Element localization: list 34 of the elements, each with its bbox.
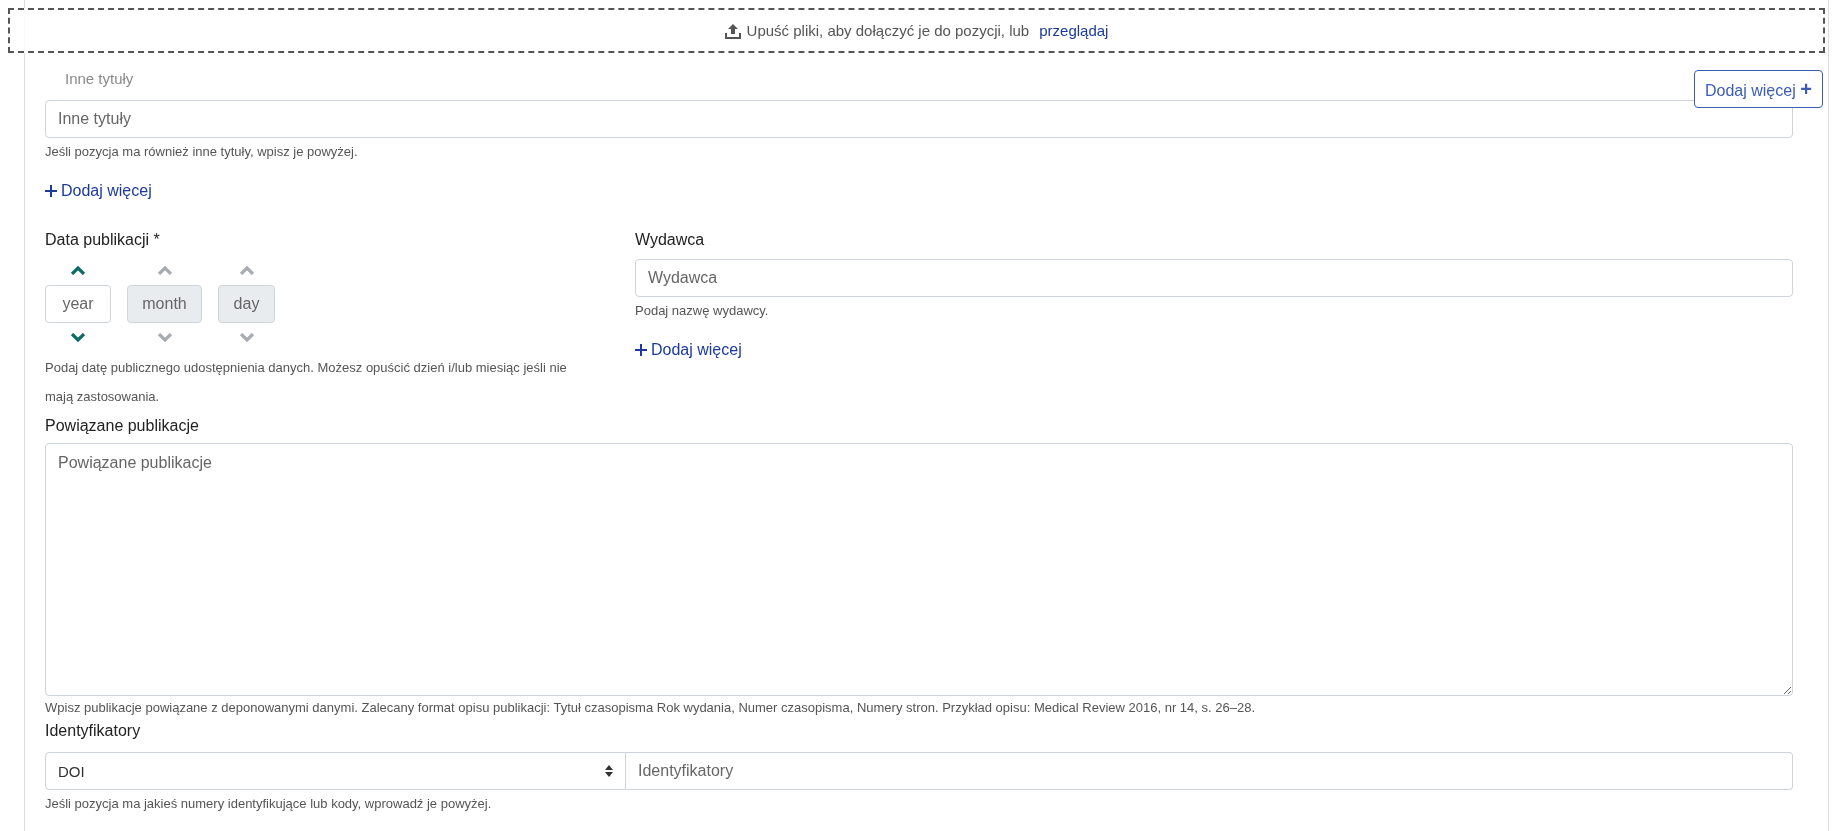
field-label: Inne tytuły	[65, 70, 134, 87]
chevron-up-icon	[156, 265, 173, 275]
chevron-down-icon	[238, 333, 255, 343]
help-text: Jeśli pozycja ma jakieś numery identyfikujące lub kody, wprowadź je powyżej.	[45, 796, 493, 812]
plus-icon	[635, 344, 647, 356]
input-field[interactable]: Identyfikatory	[626, 752, 1793, 790]
field-label: Data publikacji *	[45, 231, 161, 249]
help-text: Jeśli pozycja ma również inne tytuły, wpisz je powyżej.	[45, 144, 359, 160]
field-label: Identyfikatory	[45, 722, 142, 740]
field-label: Wydawca	[635, 231, 706, 249]
input-field[interactable]: Inne tytuły	[45, 100, 1793, 138]
upload-icon	[724, 22, 741, 39]
chevron-down-icon	[156, 333, 173, 343]
add-more-link[interactable]: Dodaj więcej	[45, 182, 152, 200]
input-field[interactable]: Wydawca	[635, 259, 1793, 297]
text-area[interactable]: Powiązane publikacje	[45, 443, 1793, 696]
date-input-field[interactable]: year	[45, 285, 111, 323]
help-text: Podaj nazwę wydawcy.	[635, 303, 770, 319]
browse-link[interactable]: przeglądaj	[1039, 22, 1109, 39]
add-more-button[interactable]: Dodaj więcej +	[1694, 70, 1823, 108]
sort-caret-icon	[605, 765, 613, 777]
plus-icon: +	[1800, 77, 1812, 100]
select-value: DOI	[58, 762, 85, 780]
chevron-up-icon	[70, 265, 86, 275]
drop-zone[interactable]: Upuść pliki, aby dołączyć je do pozycji, lub przeglądaj	[8, 8, 1825, 53]
add-more-link[interactable]: Dodaj więcej	[635, 341, 742, 359]
select-field[interactable]: DOI	[45, 752, 626, 790]
plus-icon	[45, 185, 57, 197]
help-text: Wpisz publikacje powiązane z deponowanymi danymi. Zalecany format opisu publikacji: Tytuł czasopisma Rok wydania, Numer czasopisma, Numery stron. Przykład opisu: Medical Review 2016, nr 14, s. 26–28.	[45, 700, 1257, 716]
drop-zone-text: Upuść pliki, aby dołączyć je do pozycji, lub	[746, 22, 1030, 39]
chevron-down-icon	[70, 333, 86, 343]
field-label: Powiązane publikacje	[45, 417, 200, 435]
help-text: Podaj datę publicznego udostępnienia danych. Możesz opuścić dzień i/lub miesiąc jeśli nie mają zastosowania.	[45, 359, 568, 406]
chevron-up-icon	[238, 265, 255, 275]
